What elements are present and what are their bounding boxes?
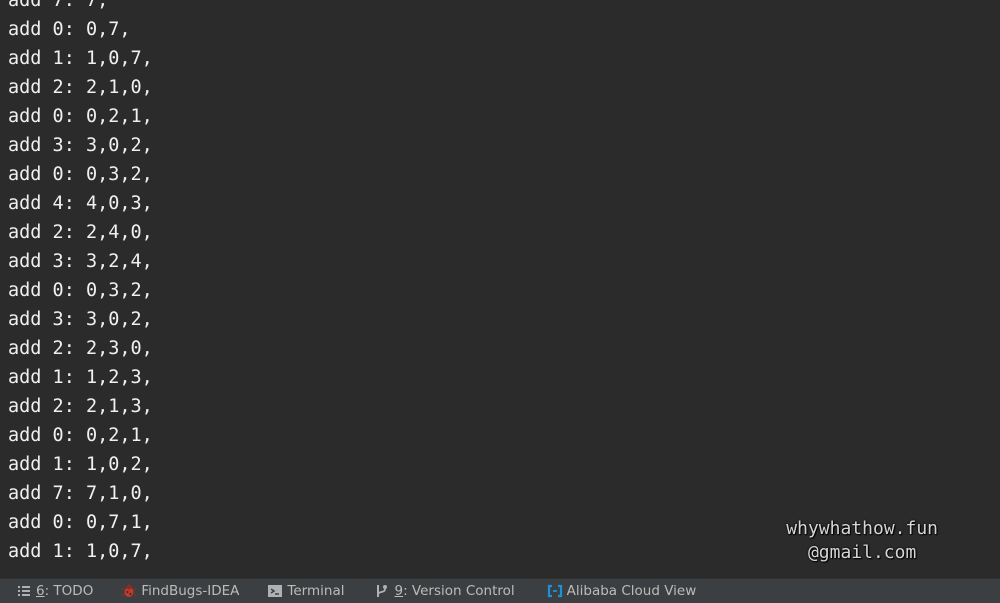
todo-tab-mnemonic: 6 xyxy=(36,583,45,599)
console-line: add 3: 3,2,4, xyxy=(8,251,153,272)
console-line: add 1: 1,0,7, xyxy=(8,48,153,69)
console-line: add 0: 0,2,1, xyxy=(8,425,153,446)
watermark-line-2: @gmail.com xyxy=(807,542,917,563)
alibaba-cloud-view-tab[interactable]: Alibaba Cloud View xyxy=(547,579,711,603)
findbugs-tab[interactable]: FindBugs-IDEA xyxy=(121,579,253,603)
todo-tab-label: : TODO xyxy=(44,583,94,599)
console-line: add 0: 0,7,1, xyxy=(8,512,153,533)
watermark-line-1: whywhathow.fun xyxy=(786,518,938,539)
console-line: add 2: 2,1,0, xyxy=(8,77,153,98)
terminal-tab-label: Terminal xyxy=(287,583,345,599)
branch-icon xyxy=(377,585,388,597)
version-control-tab-label: : Version Control xyxy=(403,583,515,599)
console-line: add 1: 1,0,7, xyxy=(8,541,153,562)
todo-tab[interactable]: 6: TODO xyxy=(16,579,107,603)
console-line: add 3: 3,0,2, xyxy=(8,135,153,156)
terminal-tab[interactable]: Terminal xyxy=(267,579,358,603)
watermark: whywhathow.fun @gmail.com xyxy=(786,517,938,565)
list-icon xyxy=(18,586,30,596)
console-line: add 0: 0,3,2, xyxy=(8,280,153,301)
tool-window-bar: 6: TODO FindBugs-IDEA Terminal 9: Versi… xyxy=(0,578,1000,603)
console-line: add 1: 1,0,2, xyxy=(8,454,153,475)
alibaba-cloud-icon xyxy=(547,584,562,598)
terminal-icon xyxy=(268,585,283,597)
run-console[interactable]: add 7: 7, add 0: 0,7, add 1: 1,0,7, add 2: … xyxy=(0,0,1000,578)
console-output: add 7: 7, add 0: 0,7, add 1: 1,0,7, add 2: … xyxy=(8,0,153,566)
console-line: add 1: 1,2,3, xyxy=(8,367,153,388)
console-line: add 4: 4,0,3, xyxy=(8,193,153,214)
ide-window: add 7: 7, add 0: 0,7, add 1: 1,0,7, add 2: … xyxy=(0,0,1000,603)
findbugs-tab-label: FindBugs-IDEA xyxy=(141,583,240,599)
console-line: add 0: 0,3,2, xyxy=(8,164,153,185)
console-line: add 2: 2,3,0, xyxy=(8,338,153,359)
console-line: add 7: 7,1,0, xyxy=(8,483,153,504)
console-line: add 3: 3,0,2, xyxy=(8,309,153,330)
console-line: add 0: 0,2,1, xyxy=(8,106,153,127)
bug-icon xyxy=(121,584,137,597)
version-control-tab-mnemonic: 9 xyxy=(394,583,404,599)
console-line: add 2: 2,4,0, xyxy=(8,222,153,243)
console-line: add 0: 0,7, xyxy=(8,19,131,40)
console-line: add 7: 7, xyxy=(8,0,109,11)
console-line: add 2: 2,1,3, xyxy=(8,396,153,417)
alibaba-cloud-view-tab-label: Alibaba Cloud View xyxy=(566,583,697,599)
version-control-tab[interactable]: 9: Version Control xyxy=(374,579,528,603)
